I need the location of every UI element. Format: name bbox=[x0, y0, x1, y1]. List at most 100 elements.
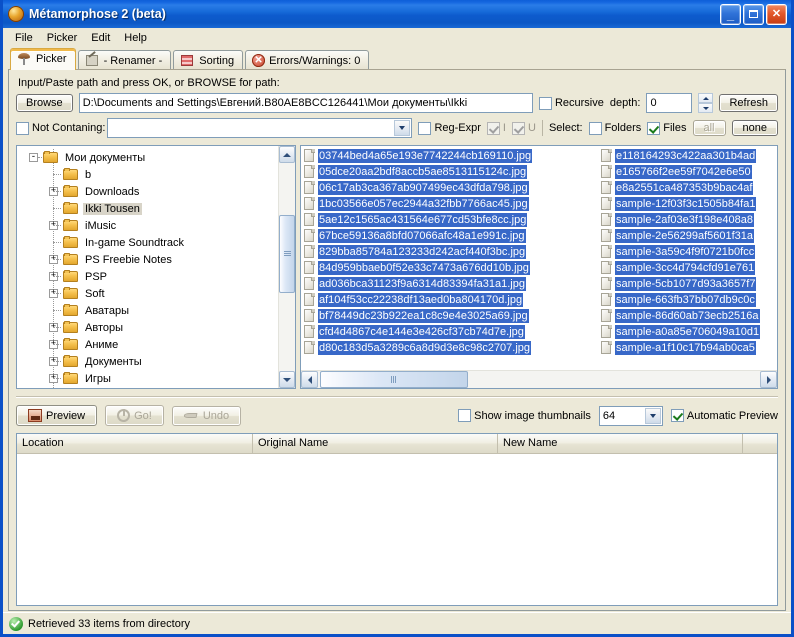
list-item[interactable]: sample-3a59c4f9f0721b0fcc bbox=[600, 244, 777, 260]
folders-checkbox[interactable]: Folders bbox=[588, 121, 641, 135]
scroll-right-button[interactable] bbox=[760, 371, 777, 388]
tab-picker[interactable]: Picker bbox=[10, 48, 76, 70]
minimize-button[interactable]: _ bbox=[720, 3, 741, 25]
list-item[interactable]: sample-5cb1077d93a3657f7 bbox=[600, 276, 777, 292]
depth-spinner[interactable] bbox=[698, 93, 714, 113]
column-header-original-name[interactable]: Original Name bbox=[253, 434, 498, 453]
list-item[interactable]: sample-2e56299af5601f31a bbox=[600, 228, 777, 244]
preview-button[interactable]: Preview bbox=[16, 405, 98, 426]
scroll-track[interactable] bbox=[318, 371, 760, 388]
maximize-button[interactable] bbox=[743, 3, 764, 25]
scroll-thumb[interactable] bbox=[320, 371, 468, 388]
show-thumbnails-checkbox[interactable]: Show image thumbnails bbox=[458, 409, 591, 422]
list-item[interactable]: 06c17ab3ca367ab907499ec43dfda798.jpg bbox=[303, 180, 600, 196]
list-item[interactable]: 03744bed4a65e193e7742244cb169110.jpg bbox=[303, 148, 600, 164]
tree-node-in-game-soundtrack[interactable]: In-game Soundtrack bbox=[17, 234, 278, 251]
tree-vertical-scrollbar[interactable] bbox=[278, 146, 295, 388]
file-list[interactable]: 03744bed4a65e193e7742244cb169110.jpg 05d… bbox=[301, 146, 777, 370]
file-list-horizontal-scrollbar[interactable] bbox=[301, 370, 777, 388]
scroll-down-button[interactable] bbox=[279, 371, 295, 388]
list-item[interactable]: d80c183d5a3289c6a8d9d3e8c98c2707.jpg bbox=[303, 340, 600, 356]
list-item[interactable]: e165766f2ee59f7042e6e50 bbox=[600, 164, 777, 180]
tree-node-root[interactable]: - Мои документы bbox=[17, 149, 278, 166]
undo-button[interactable]: Undo bbox=[171, 405, 242, 426]
list-item[interactable]: sample-a0a85e706049a10d1 bbox=[600, 324, 777, 340]
tree-node-downloads[interactable]: + Downloads bbox=[17, 183, 278, 200]
list-item[interactable]: 67bce59136a8bfd07066afc48a1e991c.jpg bbox=[303, 228, 600, 244]
select-all-button[interactable]: all bbox=[692, 120, 726, 136]
automatic-preview-checkbox[interactable]: Automatic Preview bbox=[670, 409, 778, 422]
list-item[interactable]: 05dce20aa2bdf8accb5ae8513115124c.jpg bbox=[303, 164, 600, 180]
tree-node-psp[interactable]: + PSP bbox=[17, 268, 278, 285]
list-item[interactable]: sample-12f03f3c1505b84fa1 bbox=[600, 196, 777, 212]
tree-node-soft[interactable]: + Soft bbox=[17, 285, 278, 302]
tab-sorting[interactable]: Sorting bbox=[173, 50, 244, 70]
column-header-location[interactable]: Location bbox=[17, 434, 253, 453]
sorting-icon bbox=[180, 54, 195, 68]
tree-expander[interactable]: - bbox=[29, 153, 38, 162]
scroll-track[interactable] bbox=[279, 163, 295, 371]
file-name: sample-a0a85e706049a10d1 bbox=[615, 325, 761, 339]
files-checkbox[interactable]: Files bbox=[647, 121, 687, 135]
select-none-button[interactable]: none bbox=[731, 120, 778, 136]
list-item[interactable]: sample-a1f10c17b94ab0ca5 bbox=[600, 340, 777, 356]
preview-icon bbox=[28, 409, 42, 422]
scroll-left-button[interactable] bbox=[301, 371, 318, 388]
thumbnail-size-combo[interactable]: 64 bbox=[598, 405, 663, 426]
browse-button[interactable]: Browse bbox=[16, 94, 73, 112]
tree-node-dokumenty[interactable]: + Документы bbox=[17, 353, 278, 370]
menu-help[interactable]: Help bbox=[117, 30, 154, 46]
depth-spin-down[interactable] bbox=[698, 103, 714, 113]
list-item[interactable]: sample-663fb37bb07db9c0c bbox=[600, 292, 777, 308]
scroll-thumb[interactable] bbox=[279, 215, 295, 293]
list-item[interactable]: 5ae12c1565ac431564e677cd53bfe8cc.jpg bbox=[303, 212, 600, 228]
list-item[interactable]: sample-86d60ab73ecb2516a bbox=[600, 308, 777, 324]
menu-picker[interactable]: Picker bbox=[40, 30, 85, 46]
not-containing-combo[interactable] bbox=[107, 118, 413, 138]
folder-tree[interactable]: - Мои документы b + Downloads Ikki Touse… bbox=[17, 146, 278, 388]
list-item[interactable]: af104f53cc22238df13aed0ba804170d.jpg bbox=[303, 292, 600, 308]
go-button[interactable]: Go! bbox=[105, 405, 164, 426]
tree-node-avtory[interactable]: + Авторы bbox=[17, 319, 278, 336]
recursive-checkbox[interactable]: Recursive bbox=[538, 96, 604, 110]
chevron-down-icon[interactable] bbox=[644, 407, 661, 424]
list-item[interactable]: 84d959bbaeb0f52e33c7473a676dd10b.jpg bbox=[303, 260, 600, 276]
menu-file[interactable]: File bbox=[8, 30, 40, 46]
menu-edit[interactable]: Edit bbox=[84, 30, 117, 46]
tab-strip: Picker - Renamer - Sorting ✕ Errors/Warn… bbox=[3, 47, 791, 70]
grid-body[interactable] bbox=[17, 454, 777, 605]
column-header-new-name[interactable]: New Name bbox=[498, 434, 743, 453]
tree-node-imusic[interactable]: + iMusic bbox=[17, 217, 278, 234]
tree-node-ps-freebie-notes[interactable]: + PS Freebie Notes bbox=[17, 251, 278, 268]
list-item[interactable]: 829bba85784a123233d242acf440f3bc.jpg bbox=[303, 244, 600, 260]
tree-node-anime[interactable]: + Аниме bbox=[17, 336, 278, 353]
tab-errors-warnings[interactable]: ✕ Errors/Warnings: 0 bbox=[245, 50, 370, 70]
tree-node-ikki-tousen[interactable]: Ikki Tousen bbox=[17, 200, 278, 217]
tree-node-igry[interactable]: + Игры bbox=[17, 370, 278, 387]
depth-spin-up[interactable] bbox=[698, 93, 714, 103]
refresh-button[interactable]: Refresh bbox=[719, 94, 778, 112]
tree-node-kartinki[interactable]: Картинки bbox=[17, 387, 278, 388]
list-item[interactable]: e8a2551ca487353b9bac4af bbox=[600, 180, 777, 196]
tree-node-b[interactable]: b bbox=[17, 166, 278, 183]
list-item[interactable]: e118164293c422aa301b4ad bbox=[600, 148, 777, 164]
tab-renamer[interactable]: - Renamer - bbox=[77, 50, 172, 70]
regexpr-checkbox[interactable]: Reg-Expr bbox=[418, 121, 481, 135]
list-item[interactable]: ad036bca31123f9a6314d83394fa31a1.jpg bbox=[303, 276, 600, 292]
depth-input[interactable]: 0 bbox=[646, 93, 693, 113]
not-containing-checkbox[interactable]: Not Contaning: bbox=[16, 121, 105, 135]
chevron-down-icon[interactable] bbox=[394, 120, 411, 136]
close-button[interactable]: ✕ bbox=[766, 3, 787, 25]
list-item[interactable]: cfd4d4867c4e144e3e426cf37cb74d7e.jpg bbox=[303, 324, 600, 340]
path-input[interactable]: D:\Documents and Settings\Евгений.B80AE8… bbox=[78, 93, 533, 113]
tree-node-label: iMusic bbox=[85, 219, 117, 232]
scroll-up-button[interactable] bbox=[279, 146, 295, 163]
list-item[interactable]: bf78449dc23b922ea1c8c9e4e3025a69.jpg bbox=[303, 308, 600, 324]
file-name: 829bba85784a123233d242acf440f3bc.jpg bbox=[318, 245, 527, 259]
list-item[interactable]: 1bc03566e057ec2944a32fbb7766ac45.jpg bbox=[303, 196, 600, 212]
files-checkbox-box bbox=[647, 121, 661, 135]
list-item[interactable]: sample-2af03e3f198e408a8 bbox=[600, 212, 777, 228]
list-item[interactable]: sample-3cc4d794cfd91e761 bbox=[600, 260, 777, 276]
file-name: 1bc03566e057ec2944a32fbb7766ac45.jpg bbox=[318, 197, 529, 211]
tree-node-avatary[interactable]: Аватары bbox=[17, 302, 278, 319]
